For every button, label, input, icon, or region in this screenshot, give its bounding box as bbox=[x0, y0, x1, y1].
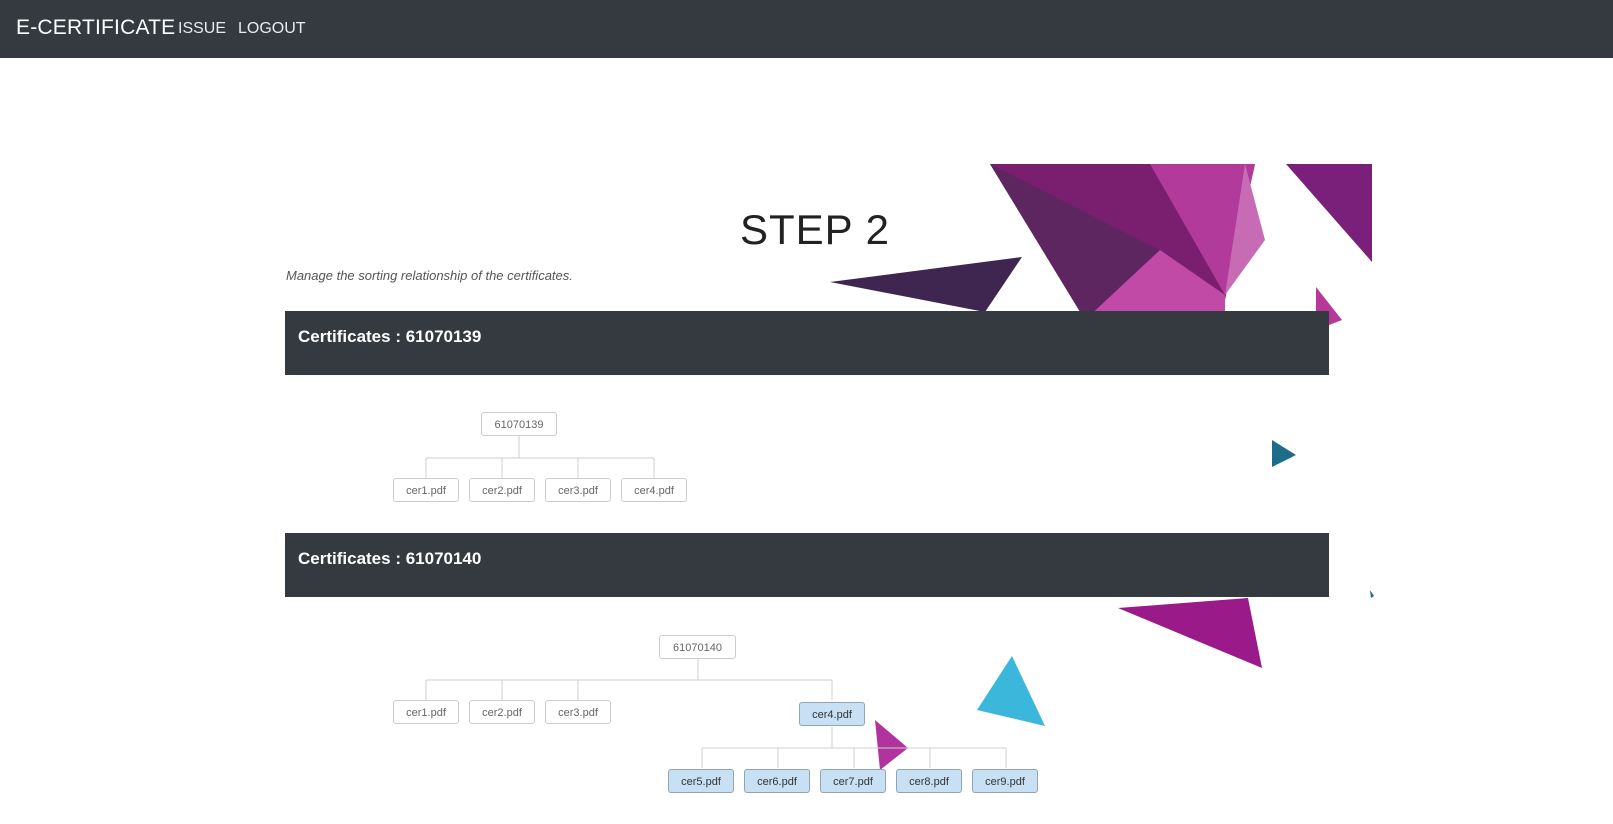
tree-root-node[interactable]: 61070140 bbox=[659, 635, 736, 659]
section-header-title: Certificates : 61070140 bbox=[298, 549, 482, 568]
tree-child-node[interactable]: cer2.pdf bbox=[469, 478, 535, 502]
tree-child-node[interactable]: cer1.pdf bbox=[393, 700, 459, 724]
tree-child-node[interactable]: cer2.pdf bbox=[469, 700, 535, 724]
tree-grandchild-node[interactable]: cer9.pdf bbox=[972, 769, 1038, 793]
nav-issue-link[interactable]: ISSUE bbox=[178, 20, 226, 38]
brand-link[interactable]: E-CERTIFICATE bbox=[16, 16, 175, 40]
page-title: STEP 2 bbox=[740, 206, 890, 253]
top-navbar: E-CERTIFICATE ISSUE LOGOUT bbox=[0, 0, 1613, 58]
tree-root-node[interactable]: 61070139 bbox=[481, 412, 557, 436]
section-header-bar: Certificates : 61070140 bbox=[285, 533, 1329, 597]
tree-grandchild-node[interactable]: cer7.pdf bbox=[820, 769, 886, 793]
tree-child-node[interactable]: cer3.pdf bbox=[545, 700, 611, 724]
page-subtitle: Manage the sorting relationship of the c… bbox=[286, 268, 573, 283]
tree-connector-lines bbox=[425, 436, 1007, 768]
tree-child-node-selected[interactable]: cer4.pdf bbox=[799, 702, 865, 726]
section-header-title: Certificates : 61070139 bbox=[298, 327, 482, 346]
tree-child-node[interactable]: cer3.pdf bbox=[545, 478, 611, 502]
tree-grandchild-node[interactable]: cer5.pdf bbox=[668, 769, 734, 793]
tree-grandchild-node[interactable]: cer8.pdf bbox=[896, 769, 962, 793]
tree-grandchild-node[interactable]: cer6.pdf bbox=[744, 769, 810, 793]
tree-child-node[interactable]: cer1.pdf bbox=[393, 478, 459, 502]
tree-child-node[interactable]: cer4.pdf bbox=[621, 478, 687, 502]
section-header-bar: Certificates : 61070139 bbox=[285, 311, 1329, 375]
decorative-triangles-background bbox=[830, 164, 1374, 770]
nav-logout-link[interactable]: LOGOUT bbox=[238, 20, 306, 38]
